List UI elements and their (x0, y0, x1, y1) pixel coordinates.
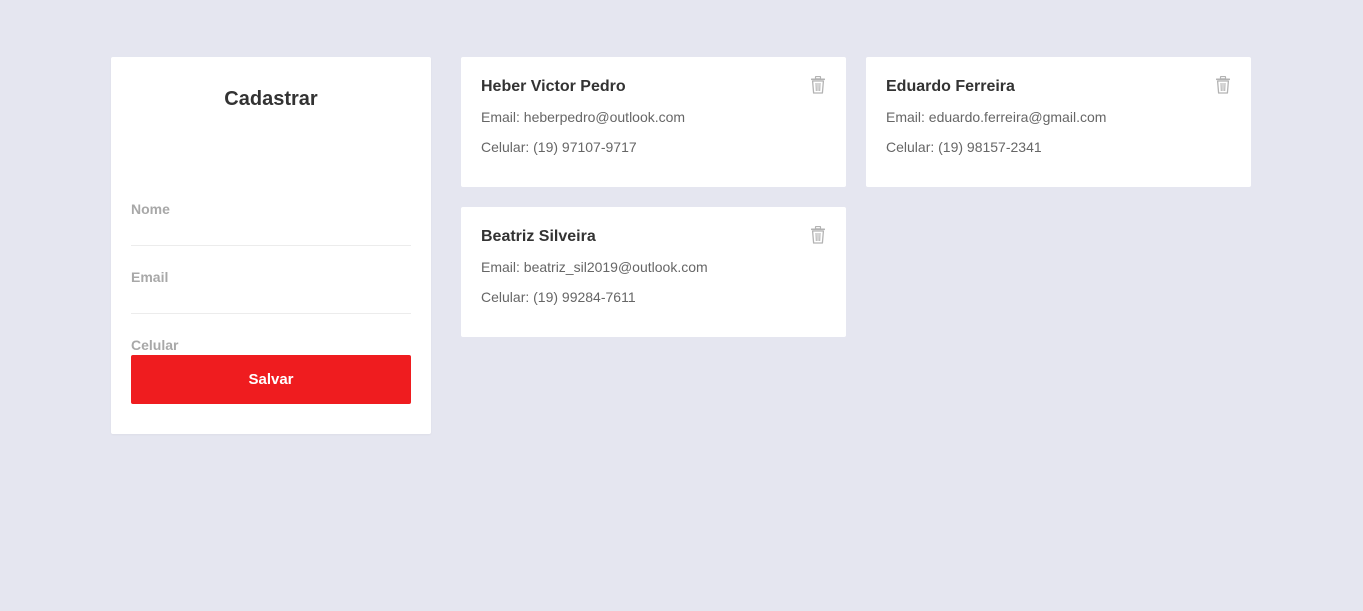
save-button[interactable]: Salvar (131, 355, 411, 404)
email-field (131, 265, 411, 314)
contact-name: Beatriz Silveira (481, 228, 596, 245)
form-title: Cadastrar (224, 88, 318, 110)
contact-name: Heber Victor Pedro (481, 78, 626, 95)
trash-icon[interactable] (1215, 76, 1231, 94)
contact-name: Eduardo Ferreira (886, 78, 1015, 95)
nome-input[interactable] (131, 197, 411, 221)
contact-phone: Celular: (19) 99284-7611 (481, 289, 636, 305)
trash-icon[interactable] (810, 76, 826, 94)
contact-phone: Celular: (19) 98157-2341 (886, 139, 1042, 155)
celular-input[interactable] (131, 333, 411, 357)
contact-card: Heber Victor Pedro Email: heberpedro@out… (461, 57, 846, 187)
trash-icon[interactable] (810, 226, 826, 244)
contact-card: Eduardo Ferreira Email: eduardo.ferreira… (866, 57, 1251, 187)
contact-email: Email: beatriz_sil2019@outlook.com (481, 259, 708, 275)
contact-card: Beatriz Silveira Email: beatriz_sil2019@… (461, 207, 846, 337)
email-input[interactable] (131, 265, 411, 289)
register-form-card: Cadastrar Salvar (111, 57, 431, 434)
contact-email: Email: eduardo.ferreira@gmail.com (886, 109, 1107, 125)
nome-field (131, 197, 411, 246)
contact-phone: Celular: (19) 97107-9717 (481, 139, 637, 155)
contact-email: Email: heberpedro@outlook.com (481, 109, 686, 125)
